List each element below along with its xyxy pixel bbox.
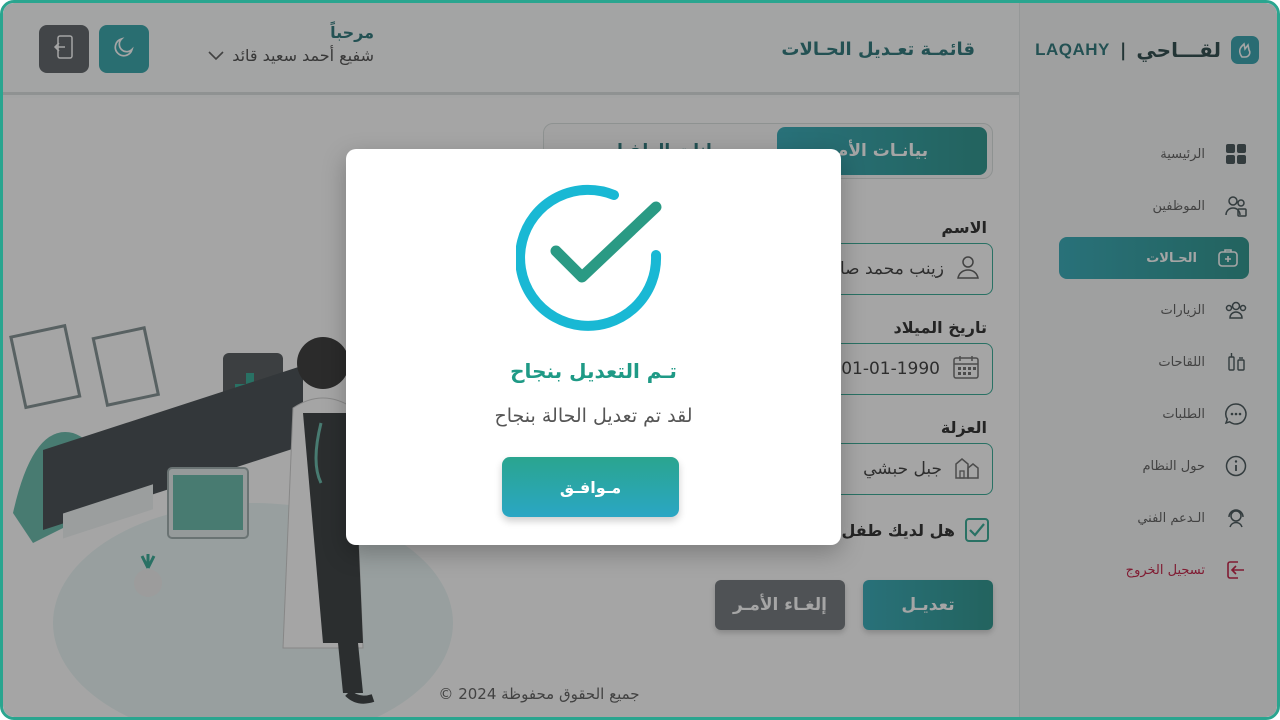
success-check-icon [516, 184, 662, 331]
dialog-title: تـم التعديل بنجاح [510, 359, 677, 383]
app-window: LAQAHY | لقـــاحي الرئيسية الموظفين الحـ… [0, 0, 1280, 720]
success-dialog: تـم التعديل بنجاح لقد تم تعديل الحالة بن… [346, 149, 841, 545]
dialog-message: لقد تم تعديل الحالة بنجاح [494, 405, 693, 427]
ok-button[interactable]: مـوافـق [502, 457, 679, 517]
